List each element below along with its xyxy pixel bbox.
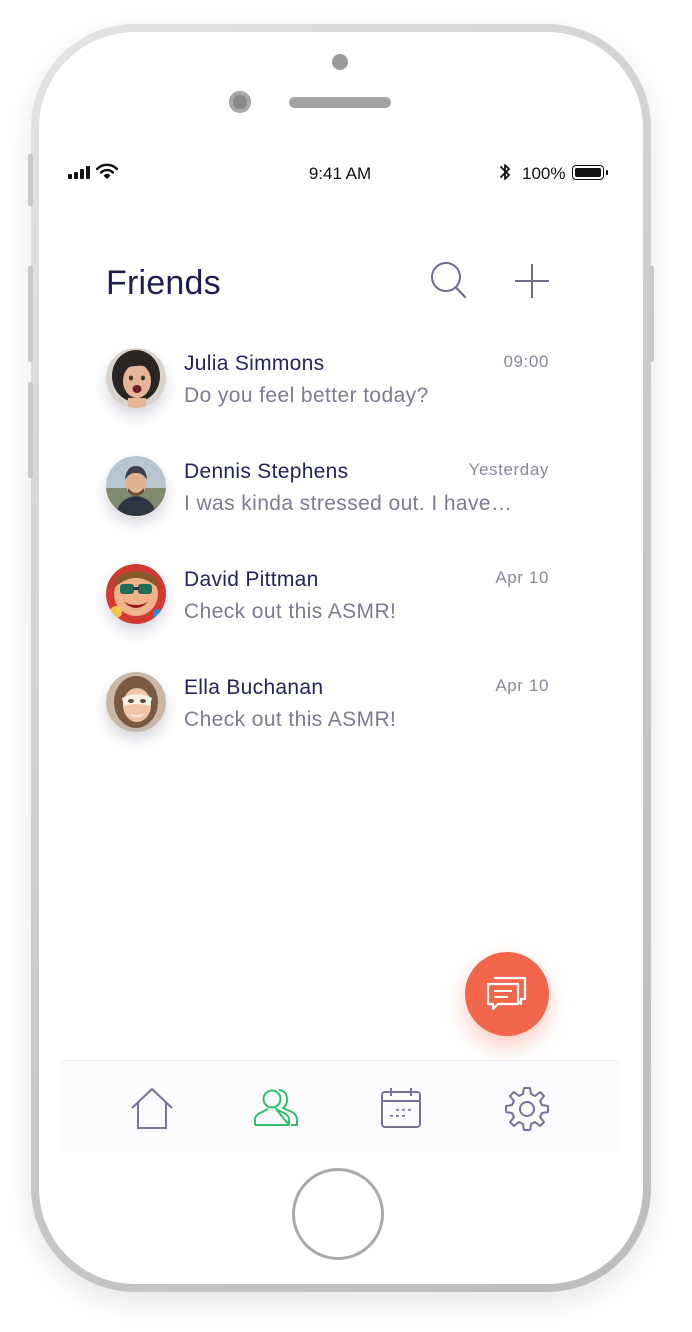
calendar-icon[interactable] [378, 1085, 424, 1131]
tab-bar [60, 1060, 620, 1152]
home-button[interactable] [292, 1168, 384, 1260]
search-icon[interactable] [430, 260, 468, 300]
friend-row-david-pittman[interactable]: David Pittman Check out this ASMR! Apr 1… [60, 558, 620, 666]
power-button [649, 266, 654, 362]
new-chat-button[interactable] [465, 952, 549, 1036]
app-screen: 9:41 AM 100% Friends Julia Simmons Do yo… [60, 146, 620, 1152]
sensor-dot [332, 54, 348, 70]
avatar [106, 456, 166, 516]
friend-row-julia-simmons[interactable]: Julia Simmons Do you feel better today? … [60, 342, 620, 450]
message-time: Yesterday [468, 460, 549, 479]
bluetooth-icon [500, 164, 510, 180]
friend-name: Julia Simmons [184, 352, 325, 375]
friend-name: Ella Buchanan [184, 676, 324, 699]
plus-icon[interactable] [514, 263, 550, 299]
friend-last-message: Check out this ASMR! [184, 708, 397, 731]
avatar [106, 348, 166, 408]
battery-percent: 100% [522, 164, 566, 183]
friend-last-message: Check out this ASMR! [184, 600, 397, 623]
friend-row-ella-buchanan[interactable]: Ella Buchanan Check out this ASMR! Apr 1… [60, 666, 620, 774]
status-bar: 9:41 AM 100% [60, 146, 620, 202]
volume-up-button [28, 266, 33, 362]
battery-icon [572, 165, 608, 180]
friend-last-message: Do you feel better today? [184, 384, 429, 407]
earpiece-speaker [289, 97, 391, 108]
avatar [106, 564, 166, 624]
friend-name: David Pittman [184, 568, 319, 591]
volume-down-button [28, 382, 33, 478]
friend-name: Dennis Stephens [184, 460, 349, 483]
friends-icon[interactable] [253, 1085, 299, 1131]
message-time: 09:00 [503, 352, 549, 371]
friend-row-dennis-stephens[interactable]: Dennis Stephens I was kinda stressed out… [60, 450, 620, 558]
page-title: Friends [106, 264, 221, 302]
mute-switch [28, 154, 33, 206]
avatar [106, 672, 166, 732]
front-camera [229, 91, 251, 113]
home-icon[interactable] [129, 1085, 175, 1131]
message-time: Apr 10 [495, 568, 549, 587]
message-time: Apr 10 [495, 676, 549, 695]
chat-icon [486, 976, 527, 1011]
settings-icon[interactable] [504, 1085, 550, 1131]
friend-last-message: I was kinda stressed out. I have… [184, 492, 513, 515]
